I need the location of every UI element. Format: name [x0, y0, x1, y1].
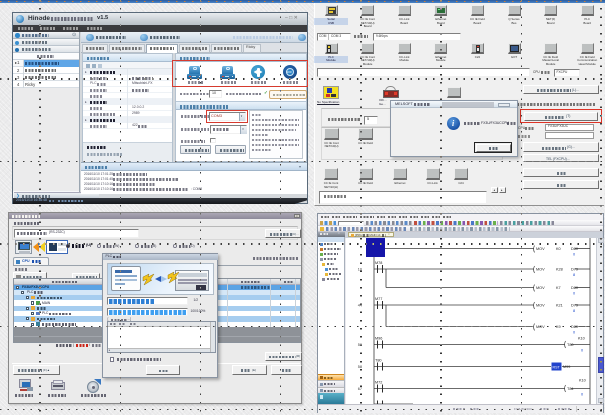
- svg-text:8: 8: [573, 273, 575, 277]
- svg-text:K7: K7: [556, 286, 561, 290]
- svg-text:MOV: MOV: [536, 267, 545, 271]
- svg-text:M77: M77: [375, 297, 382, 301]
- svg-text:M78: M78: [375, 261, 382, 265]
- svg-text:0: 0: [573, 252, 575, 256]
- svg-text:D79: D79: [571, 303, 578, 307]
- svg-text:50: 50: [358, 343, 362, 347]
- svg-text:D80: D80: [571, 286, 578, 290]
- svg-text:K10: K10: [579, 378, 586, 382]
- svg-text:67: 67: [358, 387, 362, 391]
- svg-text:10: 10: [358, 267, 362, 271]
- svg-text:K28: K28: [556, 267, 563, 271]
- svg-text:8: 8: [573, 309, 575, 313]
- svg-text:K9: K9: [556, 325, 561, 329]
- svg-text:M99: M99: [563, 365, 570, 369]
- svg-text:MOV: MOV: [536, 303, 545, 307]
- svg-text:0: 0: [581, 392, 583, 396]
- svg-text:0: 0: [581, 348, 583, 352]
- svg-text:0: 0: [573, 291, 575, 295]
- svg-text:M96: M96: [375, 336, 382, 340]
- svg-text:MOV: MOV: [536, 247, 545, 251]
- svg-text:MOV: MOV: [536, 325, 545, 329]
- svg-text:T80: T80: [375, 358, 382, 362]
- svg-text:D80: D80: [571, 247, 578, 251]
- svg-text:M72: M72: [375, 380, 382, 384]
- svg-text:0: 0: [573, 330, 575, 334]
- svg-text:D79: D79: [571, 267, 578, 271]
- svg-text:44: 44: [358, 303, 362, 307]
- svg-text:RST: RST: [553, 365, 561, 369]
- svg-text:T84: T84: [567, 387, 574, 391]
- svg-text:58: 58: [358, 365, 362, 369]
- svg-text:K21: K21: [556, 303, 563, 307]
- svg-text:D80: D80: [571, 325, 578, 329]
- svg-text:MOV: MOV: [536, 286, 545, 290]
- svg-text:K0: K0: [556, 247, 561, 251]
- svg-text:T80: T80: [567, 343, 574, 347]
- svg-text:K10: K10: [578, 336, 585, 340]
